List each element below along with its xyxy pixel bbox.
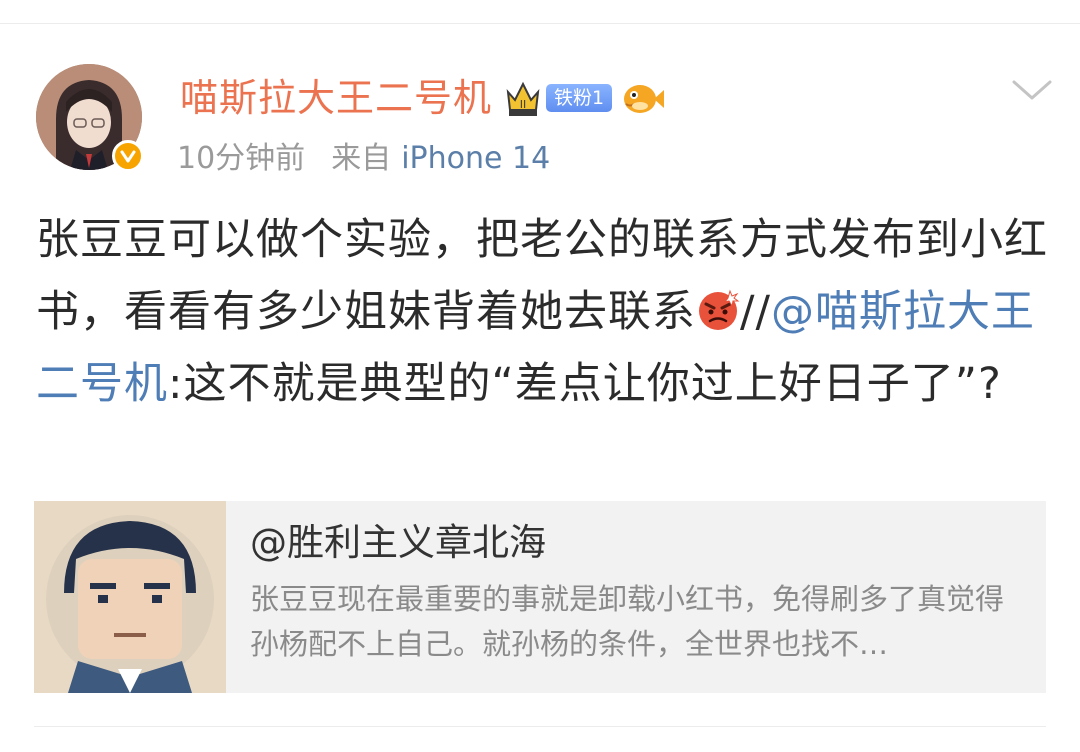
quoted-post-card[interactable]: @胜利主义章北海 张豆豆现在最重要的事就是卸载小红书，免得刷多了真觉得孙杨配不上… bbox=[34, 501, 1046, 693]
quote-author-avatar bbox=[34, 501, 226, 693]
post-text: 张豆豆可以做个实验，把老公的联系方式发布到小红书，看看有多少姐妹背着她去联系 /… bbox=[36, 204, 1066, 420]
crown-icon: II bbox=[506, 81, 540, 116]
author-name-row: 喵斯拉大王二号机 II 铁粉1 bbox=[180, 72, 666, 124]
source-prefix: 来自 bbox=[331, 141, 392, 176]
pufferfish-icon bbox=[624, 85, 665, 113]
verified-badge-icon bbox=[112, 140, 144, 172]
post-device: iPhone 14 bbox=[401, 141, 551, 176]
post-meta: 10分钟前 来自 iPhone 14 bbox=[177, 139, 550, 179]
svg-text:II: II bbox=[520, 98, 527, 111]
author-name[interactable]: 喵斯拉大王二号机 bbox=[180, 72, 492, 124]
author-avatar[interactable] bbox=[36, 64, 144, 172]
post-text-part2: :这不就是典型的“差点让你过上好日子了”? bbox=[168, 359, 1002, 409]
quote-author[interactable]: @胜利主义章北海 bbox=[250, 515, 1030, 571]
chevron-down-icon[interactable] bbox=[1010, 76, 1054, 104]
angry-face-emoji bbox=[699, 289, 740, 330]
bottom-divider bbox=[34, 726, 1046, 727]
top-divider bbox=[0, 23, 1080, 24]
post-time: 10分钟前 bbox=[177, 141, 306, 176]
fan-badge[interactable]: 铁粉1 bbox=[546, 84, 613, 112]
quote-excerpt: 张豆豆现在最重要的事就是卸载小红书，免得刷多了真觉得孙杨配不上自己。就孙杨的条件… bbox=[250, 582, 1005, 661]
repost-separator: // bbox=[740, 287, 771, 337]
quote-content: @胜利主义章北海 张豆豆现在最重要的事就是卸载小红书，免得刷多了真觉得孙杨配不上… bbox=[226, 501, 1030, 693]
